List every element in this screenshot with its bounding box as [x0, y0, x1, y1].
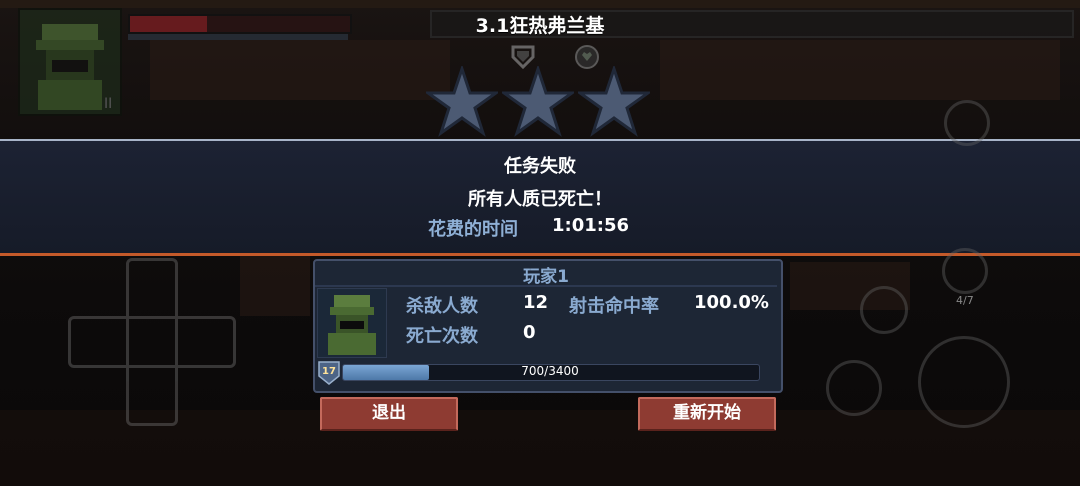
jump-icon[interactable] — [860, 286, 908, 334]
grenade-icon[interactable] — [942, 248, 988, 294]
background-shelf — [660, 40, 1060, 100]
result-title: 任务失败 — [504, 156, 576, 177]
restart-button[interactable]: 重新开始 — [638, 397, 776, 431]
background-ceiling — [0, 0, 1080, 8]
key-icon[interactable] — [944, 100, 990, 146]
deaths-label: 死亡次数 — [406, 326, 478, 347]
exit-button[interactable]: 退出 — [320, 397, 458, 431]
deaths-value: 0 — [523, 322, 536, 343]
kills-value: 12 — [523, 292, 549, 313]
dpad[interactable] — [68, 258, 236, 426]
player-portrait — [317, 288, 387, 358]
level-title: 3.1狂热弗兰基 — [475, 15, 605, 37]
pause-button[interactable]: II — [104, 96, 112, 112]
ammo-counter: 4/7 — [956, 294, 974, 307]
xp-text: 700/3400 — [521, 364, 579, 378]
accuracy-label: 射击命中率 — [569, 296, 659, 317]
star-icon — [578, 66, 650, 137]
rifle-icon[interactable] — [918, 336, 1010, 428]
star-rating — [426, 66, 656, 140]
time-value: 1:01:56 — [552, 215, 630, 236]
kills-label: 杀敌人数 — [406, 296, 478, 317]
soldier-avatar-icon — [328, 295, 376, 355]
star-icon — [502, 66, 574, 137]
accuracy-value: 100.0% — [694, 292, 769, 313]
time-label: 花费的时间 — [428, 219, 518, 240]
star-icon — [426, 66, 498, 137]
fist-icon[interactable] — [826, 360, 882, 416]
panel-divider — [315, 285, 777, 287]
player-level: 17 — [322, 366, 336, 377]
dpad-horizontal — [68, 316, 236, 368]
result-message: 所有人质已死亡！ — [468, 189, 612, 210]
background-crate — [240, 256, 310, 316]
background-shelf — [150, 40, 450, 100]
player-name: 玩家1 — [523, 267, 569, 287]
